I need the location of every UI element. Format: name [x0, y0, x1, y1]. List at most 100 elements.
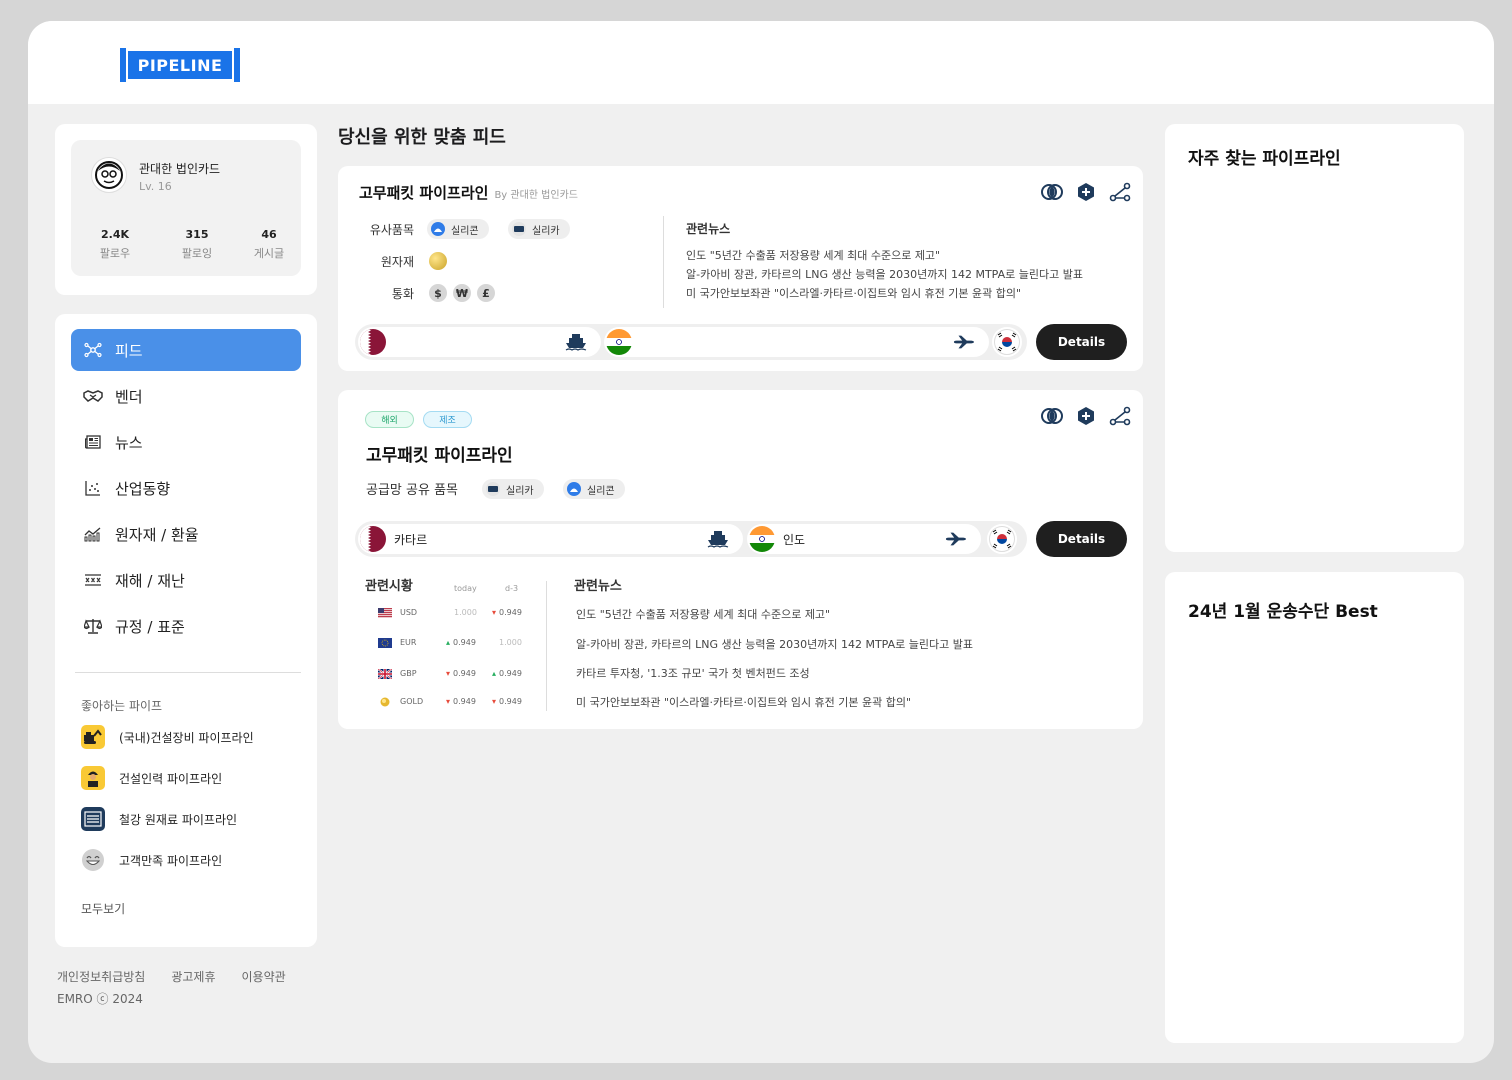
uk-flag-icon	[378, 669, 392, 681]
route-icon[interactable]	[1109, 405, 1131, 427]
compare-icon[interactable]	[1041, 405, 1063, 427]
item-chip[interactable]: 실리카	[482, 479, 544, 499]
feed-title: 당신을 위한 맞춤 피드	[338, 127, 506, 148]
stat-value: 315	[185, 228, 209, 241]
nav-card: 피드 벤더 뉴스 산업동향 원자재 / 환율 재해 / 재난 규정 / 표준 좋…	[55, 314, 317, 947]
shared-items-label: 공급망 공유 품목	[366, 483, 458, 498]
feed-card: 해외 제조 고무패킷 파이프라인 공급망 공유 품목 실리카 실리콘 카타르 인…	[338, 390, 1143, 729]
smile-icon	[81, 848, 105, 872]
stat-value: 46	[261, 228, 277, 241]
favorite-label: 고객만족 파이프라인	[119, 853, 223, 868]
market-row[interactable]: EUR ▴ 0.949 1.000	[378, 638, 528, 652]
route-segment-mid[interactable]	[604, 327, 989, 357]
nav-label: 재해 / 재난	[115, 571, 185, 590]
currency-symbol: $	[434, 286, 442, 300]
favorite-item[interactable]: 철강 원재료 파이프라인	[81, 806, 237, 832]
currency-label: 통화	[391, 287, 414, 301]
item-chip[interactable]: 실리카	[508, 219, 570, 239]
col-today: today	[454, 584, 477, 593]
avatar[interactable]	[91, 157, 127, 193]
news-item[interactable]: 미 국가안보보좌관 "이스라엘·카타르·이집트와 임시 휴전 기본 윤곽 합의"	[686, 285, 1021, 301]
favorite-item[interactable]: 건설인력 파이프라인	[81, 765, 222, 791]
market-row[interactable]: USD 1.000 ▾ 0.949	[378, 608, 528, 622]
route-icon[interactable]	[1109, 181, 1131, 203]
silicone-icon	[567, 482, 581, 496]
add-icon[interactable]	[1075, 405, 1097, 427]
news-item[interactable]: 미 국가안보보좌관 "이스라엘·카타르·이집트와 임시 휴전 기본 윤곽 합의"	[576, 694, 911, 710]
market-today: 0.949	[453, 669, 476, 678]
nav-item-regulation[interactable]: 규정 / 표준	[71, 605, 301, 647]
pipeline-title[interactable]: 고무패킷 파이프라인	[366, 441, 513, 466]
market-today: 1.000	[454, 608, 477, 617]
mid-country: 인도	[783, 532, 806, 547]
route-segment-origin[interactable]: 카타르	[358, 524, 743, 554]
favorite-item[interactable]: 고객만족 파이프라인	[81, 847, 222, 873]
route-segment-origin[interactable]	[358, 327, 601, 357]
favorite-label: 철강 원재료 파이프라인	[119, 812, 238, 827]
item-chip[interactable]: 실리콘	[563, 479, 625, 499]
frequent-pipelines-card: 자주 찾는 파이프라인	[1165, 124, 1464, 552]
route-segment-mid[interactable]: 인도	[747, 524, 981, 554]
favorites-title: 좋아하는 파이프	[81, 699, 163, 713]
chip-label: 실리콘	[587, 485, 615, 497]
currency-symbol: £	[482, 286, 490, 300]
pound-icon[interactable]: £	[477, 284, 495, 302]
footer-link-ads[interactable]: 광고제휴	[171, 968, 215, 985]
qatar-flag-icon	[360, 526, 386, 552]
nav-label: 피드	[115, 341, 143, 360]
stat-label: 게시글	[253, 247, 285, 260]
korea-flag-icon[interactable]	[987, 524, 1017, 554]
news-item[interactable]: 알-카아비 장관, 카타르의 LNG 생산 능력을 2030년까지 142 MT…	[686, 266, 1083, 282]
pipeline-title-text: 고무패킷 파이프라인	[359, 184, 489, 202]
divider	[663, 216, 664, 308]
chip-label: 실리콘	[451, 225, 479, 237]
nav-item-vendor[interactable]: 벤더	[71, 375, 301, 417]
nav-item-commodity[interactable]: 원자재 / 환율	[71, 513, 301, 555]
favorite-label: 건설인력 파이프라인	[119, 771, 223, 786]
compare-icon[interactable]	[1041, 181, 1063, 203]
nav-item-industry[interactable]: 산업동향	[71, 467, 301, 509]
news-item[interactable]: 카타르 투자청, '1.3조 규모' 국가 첫 벤처펀드 조성	[576, 665, 810, 681]
stat-posts[interactable]: 46 게시글	[239, 228, 299, 261]
ship-icon	[707, 529, 729, 549]
footer-link-terms[interactable]: 이용약관	[242, 968, 286, 985]
stat-followers[interactable]: 2.4K 팔로우	[85, 228, 145, 261]
nav-item-disaster[interactable]: 재해 / 재난	[71, 559, 301, 601]
excavator-icon	[81, 725, 105, 749]
ship-icon	[565, 332, 587, 352]
footer-link-privacy[interactable]: 개인정보취급방침	[57, 968, 145, 985]
tag-manufacturing[interactable]: 제조	[423, 411, 472, 428]
market-row[interactable]: GBP ▾ 0.949 ▴ 0.949	[378, 669, 528, 683]
news-item[interactable]: 알-카아비 장관, 카타르의 LNG 생산 능력을 2030년까지 142 MT…	[576, 636, 973, 652]
item-chip[interactable]: 실리콘	[427, 219, 489, 239]
chip-label: 실리카	[532, 225, 560, 237]
news-item[interactable]: 인도 "5년간 수출품 저장용량 세계 최대 수준으로 제고"	[686, 247, 940, 263]
nav-item-news[interactable]: 뉴스	[71, 421, 301, 463]
transport-best-title: 24년 1월 운송수단 Best	[1188, 602, 1378, 622]
news-item[interactable]: 인도 "5년간 수출품 저장용량 세계 최대 수준으로 제고"	[576, 606, 830, 622]
won-icon[interactable]: ₩	[453, 284, 471, 302]
qatar-flag-icon	[360, 329, 386, 355]
see-all-link[interactable]: 모두보기	[81, 900, 125, 917]
pipeline-title[interactable]: 고무패킷 파이프라인 By 관대한 법인카드	[359, 182, 578, 203]
market-today: 0.949	[453, 638, 476, 647]
market-row[interactable]: GOLD ▾ 0.949 ▾ 0.949	[378, 697, 528, 711]
market-code: GOLD	[400, 697, 424, 706]
logo[interactable]: PIPELINE	[120, 48, 240, 82]
stat-following[interactable]: 315 팔로잉	[167, 228, 227, 261]
add-icon[interactable]	[1075, 181, 1097, 203]
dollar-icon[interactable]: $	[429, 284, 447, 302]
market-d3: 0.949	[499, 697, 522, 706]
market-today: 0.949	[453, 697, 476, 706]
details-button[interactable]: Details	[1036, 324, 1127, 360]
favorite-item[interactable]: (국내)건설장비 파이프라인	[81, 724, 254, 750]
korea-flag-icon[interactable]	[992, 327, 1022, 357]
profile-name: 관대한 법인카드	[139, 162, 221, 176]
details-button[interactable]: Details	[1036, 521, 1127, 557]
frequent-pipelines-title: 자주 찾는 파이프라인	[1188, 149, 1341, 169]
nav-label: 원자재 / 환율	[115, 525, 199, 544]
tag-overseas[interactable]: 해외	[365, 411, 414, 428]
gold-icon[interactable]	[429, 252, 447, 270]
nav-item-feed[interactable]: 피드	[71, 329, 301, 371]
nav-label: 산업동향	[115, 479, 171, 498]
